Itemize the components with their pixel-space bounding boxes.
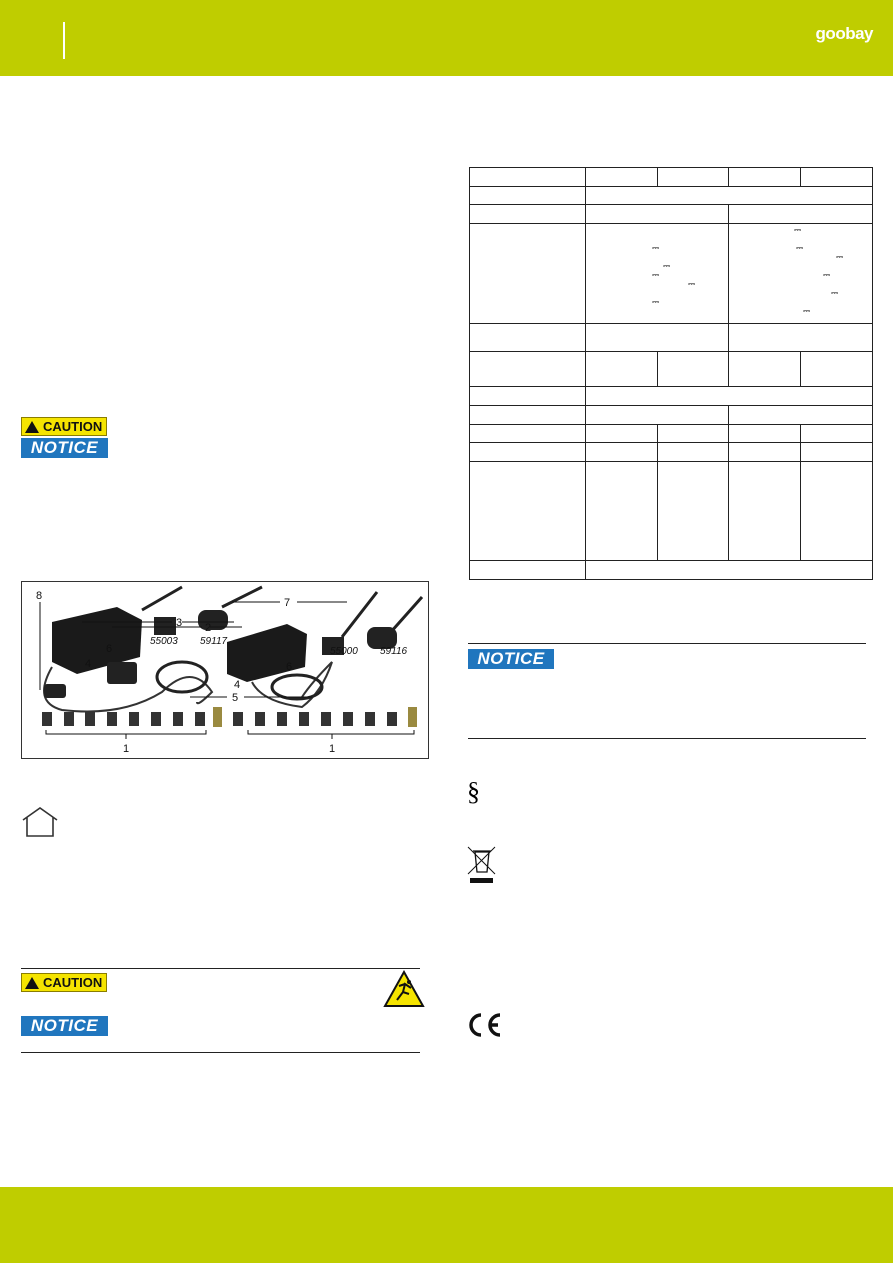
dc-symbol: ⎓ — [803, 306, 811, 316]
caution-label: CAUTION — [43, 419, 103, 434]
callout-7: 7 — [284, 597, 290, 609]
table-row — [469, 424, 873, 443]
table-row — [469, 351, 873, 387]
callout-8: 8 — [36, 590, 42, 602]
table-row — [469, 461, 873, 561]
table-row — [469, 442, 873, 462]
table-row — [469, 386, 873, 406]
callout-3: 3 — [176, 617, 182, 629]
slip-hazard-icon — [383, 970, 425, 1007]
warning-triangle-icon — [25, 420, 39, 433]
dc-symbol: ⎓ — [688, 279, 696, 289]
paragraph-icon: § — [467, 777, 480, 806]
divider — [468, 738, 866, 739]
notice-sign: NOTICE — [21, 438, 108, 458]
adapter-small — [227, 624, 307, 682]
callout-5: 5 — [232, 692, 238, 704]
dc-symbol: ⎓ — [836, 252, 844, 262]
warning-triangle-icon — [25, 976, 39, 989]
caution-sign: CAUTION — [21, 417, 107, 436]
dc-symbol: ⎓ — [652, 243, 660, 253]
notice-sign: NOTICE — [468, 649, 554, 669]
table-row: ⎓ ⎓ ⎓ ⎓ ⎓ ⎓ ⎓ ⎓ ⎓ ⎓ ⎓ — [469, 223, 873, 324]
dc-symbol: ⎓ — [831, 288, 839, 298]
model-59116: 59116 — [380, 646, 408, 657]
divider — [21, 1052, 420, 1053]
caution-label: CAUTION — [43, 975, 103, 990]
header-divider — [63, 22, 65, 59]
callout-1b: 1 — [329, 743, 335, 755]
table-row — [469, 560, 873, 580]
callout-4b: 4 — [234, 679, 240, 691]
spec-table: ⎓ ⎓ ⎓ ⎓ ⎓ ⎓ ⎓ ⎓ ⎓ ⎓ ⎓ — [469, 167, 873, 580]
goobay-logo: goobay — [815, 24, 874, 43]
ce-mark-icon — [469, 1013, 501, 1037]
dc-symbol: ⎓ — [796, 243, 804, 253]
caution-sign: CAUTION — [21, 973, 107, 992]
footer-bar — [0, 1187, 893, 1263]
dc-symbol: ⎓ — [663, 261, 671, 271]
dc-symbol: ⎓ — [794, 225, 802, 235]
model-55003: 55003 — [150, 636, 178, 647]
callout-4: 4 — [85, 658, 91, 670]
table-row — [469, 204, 873, 224]
callout-2: 2 — [205, 622, 211, 634]
dc-symbol: ⎓ — [823, 270, 831, 280]
header-bar: goobay — [0, 0, 893, 76]
table-row — [469, 186, 873, 205]
product-figure: 8 7 3 2 6 4 5 6 4 1 1 55003 59117 55000 … — [21, 581, 429, 759]
callout-1: 1 — [123, 743, 129, 755]
notice-sign: NOTICE — [21, 1016, 108, 1036]
dc-symbol: ⎓ — [652, 297, 660, 307]
model-59117: 59117 — [200, 636, 228, 647]
divider — [21, 968, 420, 969]
callout-6: 6 — [106, 643, 112, 655]
divider — [468, 643, 866, 644]
table-row — [469, 405, 873, 425]
callout-6b: 6 — [286, 661, 292, 673]
model-55000: 55000 — [330, 646, 358, 657]
weee-bin-icon — [467, 846, 496, 883]
table-row — [469, 323, 873, 352]
home-icon — [22, 807, 58, 837]
dc-symbol: ⎓ — [652, 270, 660, 280]
table-row — [469, 167, 873, 187]
